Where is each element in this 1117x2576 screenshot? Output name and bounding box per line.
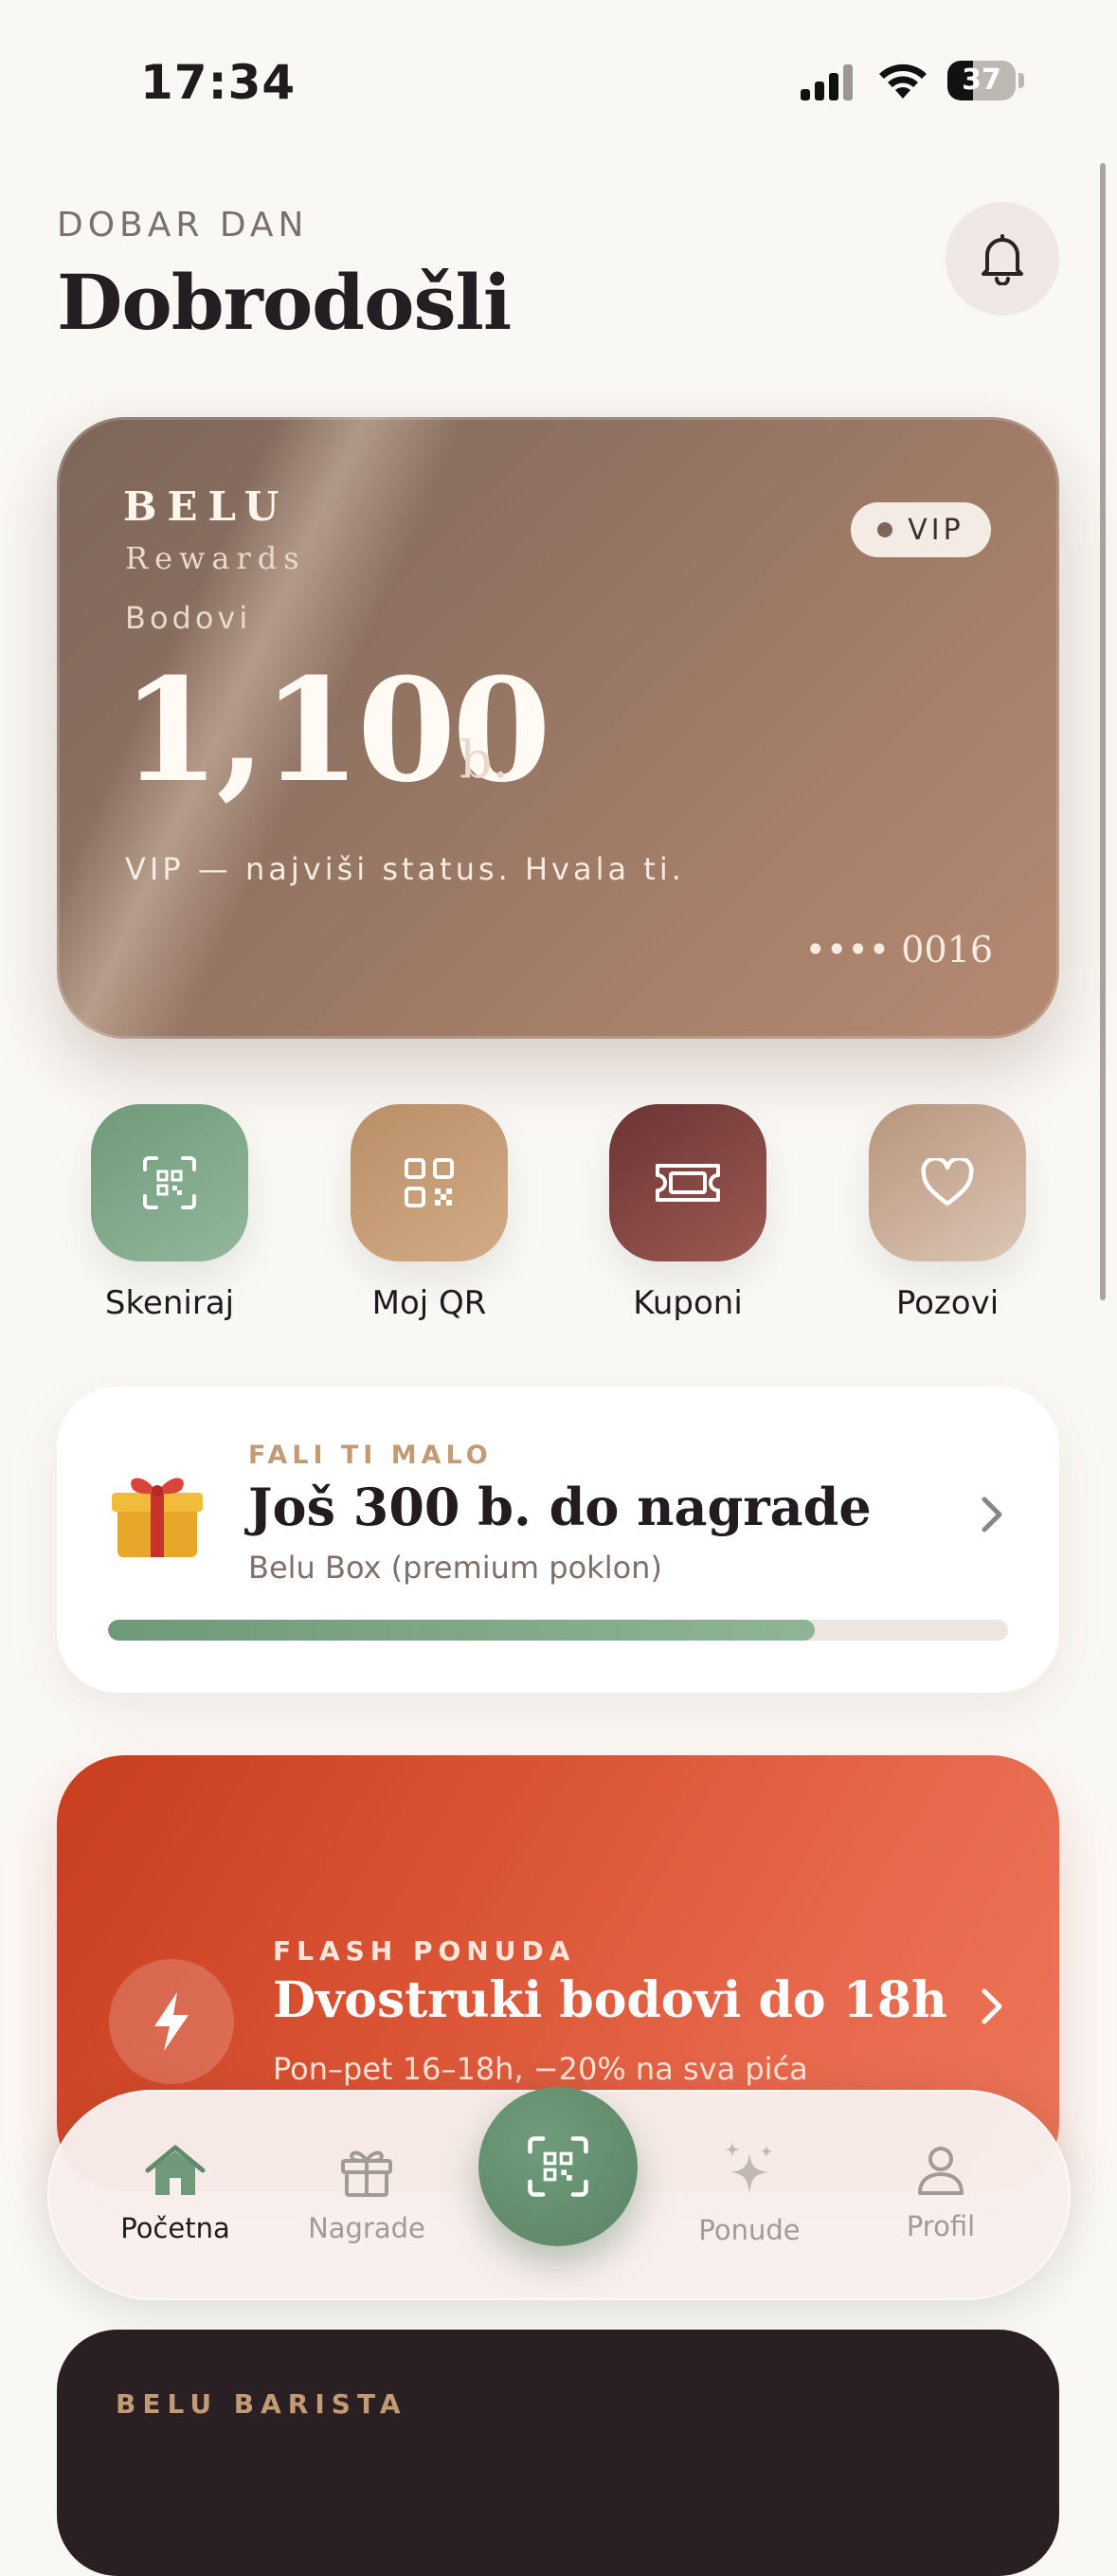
chevron-right-icon xyxy=(982,1988,1002,2024)
greeting: DOBAR DAN xyxy=(57,206,309,245)
gift-icon xyxy=(112,1478,203,1557)
my-qr-action-label: Moj QR xyxy=(371,1284,487,1322)
tab-home-label: Početna xyxy=(120,2212,230,2244)
status-text: VIP — najviši status. Hvala ti. xyxy=(125,851,685,887)
battery-percent: 37 xyxy=(962,63,1001,97)
wifi-icon xyxy=(879,63,927,99)
tier-dot xyxy=(877,522,893,537)
battery-indicator: 37 xyxy=(947,61,1016,100)
coupons-action-label: Kuponi xyxy=(633,1284,743,1322)
notifications-button[interactable] xyxy=(946,202,1059,316)
invite-action-label: Pozovi xyxy=(895,1284,1000,1322)
tab-home[interactable]: Početna xyxy=(81,2144,270,2244)
invite-action-button[interactable] xyxy=(869,1104,1026,1261)
battery-nub xyxy=(1018,73,1024,88)
reward-eyebrow: FALI TI MALO xyxy=(248,1441,493,1470)
scrollbar[interactable] xyxy=(1100,163,1106,1300)
page-title: Dobrodošli xyxy=(57,258,512,347)
qr-code-icon xyxy=(405,1158,454,1207)
reward-progress-card[interactable]: FALI TI MALO Još 300 b. do nagrade Belu … xyxy=(57,1387,1059,1693)
points-unit: b. xyxy=(459,730,509,789)
reward-subtitle: Belu Box (premium poklon) xyxy=(248,1550,662,1586)
reward-progress-bar xyxy=(108,1620,1008,1641)
ticket-icon xyxy=(656,1164,720,1202)
coupons-action-button[interactable] xyxy=(609,1104,766,1261)
heart-icon xyxy=(921,1158,974,1206)
flash-eyebrow: FLASH PONUDA xyxy=(273,1935,576,1967)
scan-action-button[interactable] xyxy=(91,1104,248,1261)
tab-profile-label: Profil xyxy=(906,2210,976,2242)
card-subbrand: Rewards xyxy=(125,540,306,576)
person-icon xyxy=(918,2147,964,2195)
my-qr-action-button[interactable] xyxy=(351,1104,508,1261)
card-number: •••• 0016 xyxy=(804,929,993,971)
scan-fab-button[interactable] xyxy=(478,2087,638,2246)
scan-qr-icon xyxy=(143,1156,196,1209)
flash-subtitle: Pon–pet 16–18h, −20% na sva pića xyxy=(273,2051,808,2087)
loyalty-card[interactable]: BELU Rewards Bodovi 1,100 b. VIP — najvi… xyxy=(57,417,1059,1039)
bell-icon xyxy=(982,234,1023,285)
tier-badge: VIP xyxy=(851,502,991,557)
tab-offers-label: Ponude xyxy=(698,2214,801,2246)
scan-action-label: Skeniraj xyxy=(104,1284,235,1322)
barista-eyebrow: BELU BARISTA xyxy=(116,2388,407,2420)
tab-rewards-label: Nagrade xyxy=(308,2212,425,2244)
tab-profile[interactable]: Profil xyxy=(846,2144,1036,2242)
barista-card[interactable]: BELU BARISTA xyxy=(57,2330,1059,2576)
status-time: 17:34 xyxy=(140,55,297,110)
reward-title: Još 300 b. do nagrade xyxy=(248,1477,872,1537)
home-icon xyxy=(145,2145,206,2195)
flash-icon-badge xyxy=(109,1959,234,2084)
gift-icon xyxy=(341,2150,392,2197)
tier-label: VIP xyxy=(908,513,964,547)
tab-offers[interactable]: Ponude xyxy=(655,2140,844,2246)
lightning-icon xyxy=(154,1992,189,2051)
points-label: Bodovi xyxy=(125,600,252,636)
sparkles-icon xyxy=(725,2142,772,2193)
tab-rewards[interactable]: Nagrade xyxy=(272,2144,461,2244)
card-brand: BELU xyxy=(123,483,290,530)
chevron-right-icon xyxy=(982,1497,1002,1533)
cellular-signal-icon xyxy=(801,64,853,100)
scan-qr-icon xyxy=(528,2136,588,2197)
reward-progress-fill xyxy=(108,1620,815,1641)
flash-title: Dvostruki bodovi do 18h xyxy=(273,1971,947,2029)
